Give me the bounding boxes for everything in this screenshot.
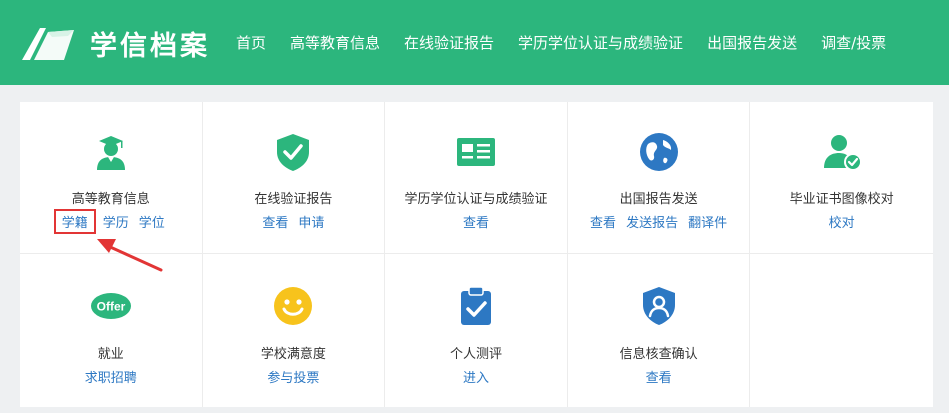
globe-icon: [639, 133, 678, 171]
card-title: 就业: [97, 347, 124, 362]
card-online-verification-report: 在线验证报告 查看 申请: [202, 102, 386, 254]
link-education-record[interactable]: 学历: [103, 216, 129, 231]
link-translation[interactable]: 翻译件: [688, 216, 727, 231]
card-info-verification: 信息核查确认 查看: [568, 254, 751, 407]
id-card-icon: [456, 138, 495, 166]
logo[interactable]: 学信档案: [18, 22, 210, 64]
link-view[interactable]: 查看: [463, 216, 489, 231]
card-employment: Offer 就业 求职招聘: [20, 254, 203, 407]
card-title: 高等教育信息: [71, 192, 150, 207]
card-title: 个人测评: [449, 347, 502, 362]
link-proofread[interactable]: 校对: [829, 216, 855, 231]
shield-check-icon: [277, 134, 310, 171]
logo-text: 学信档案: [90, 30, 210, 62]
nav-survey-vote[interactable]: 调查/投票: [821, 32, 886, 53]
card-school-satisfaction: 学校满意度 参与投票: [203, 254, 386, 407]
card-links: 查看: [385, 212, 567, 231]
link-view[interactable]: 查看: [590, 216, 616, 231]
card-links: 参与投票: [203, 367, 385, 386]
card-links: 进入: [385, 367, 567, 386]
card-degree-certification: 学历学位认证与成绩验证 查看: [385, 102, 568, 254]
card-title: 学校满意度: [260, 347, 326, 362]
card-abroad-report: 出国报告发送 查看 发送报告 翻译件: [567, 102, 751, 254]
link-view[interactable]: 查看: [262, 216, 288, 231]
user-check-icon: [823, 135, 862, 171]
card-links: 校对: [750, 212, 933, 231]
card-title: 信息核查确认: [619, 347, 698, 362]
card-links: 求职招聘: [20, 367, 202, 386]
nav-abroad-report[interactable]: 出国报告发送: [707, 32, 797, 53]
card-links: 查看: [568, 367, 750, 386]
services-panel: 高等教育信息 学籍 学历 学位 在线验证报告 查看 申请 学历学位认证与成绩验证…: [20, 102, 933, 407]
user-shield-icon: [642, 287, 675, 325]
card-links: 查看 发送报告 翻译件: [568, 212, 750, 231]
link-apply[interactable]: 申请: [298, 216, 324, 231]
link-join-vote[interactable]: 参与投票: [267, 371, 319, 386]
link-view[interactable]: 查看: [646, 371, 672, 386]
main-nav: 首页 高等教育信息 在线验证报告 学历学位认证与成绩验证 出国报告发送 调查/投…: [236, 32, 910, 53]
link-student-status[interactable]: 学籍: [53, 209, 96, 234]
link-job-recruitment[interactable]: 求职招聘: [85, 371, 137, 386]
card-diploma-image-check: 毕业证书图像校对 校对: [750, 102, 933, 254]
nav-online-verification-report[interactable]: 在线验证报告: [404, 32, 494, 53]
clipboard-check-icon: [460, 286, 491, 325]
empty-card-slot: [750, 254, 933, 407]
nav-home[interactable]: 首页: [236, 32, 266, 53]
header-bar: 学信档案 首页 高等教育信息 在线验证报告 学历学位认证与成绩验证 出国报告发送…: [0, 0, 949, 85]
link-degree[interactable]: 学位: [139, 216, 165, 231]
card-links: 查看 申请: [203, 212, 385, 231]
offer-icon: Offer: [90, 293, 131, 319]
link-send-report[interactable]: 发送报告: [626, 216, 678, 231]
card-title: 出国报告发送: [619, 192, 698, 207]
card-title: 在线验证报告: [254, 192, 333, 207]
card-links: 学籍 学历 学位: [20, 209, 202, 234]
logo-icon: [22, 28, 74, 60]
nav-higher-education-info[interactable]: 高等教育信息: [290, 32, 380, 53]
offer-icon-text: Offer: [96, 300, 125, 314]
nav-degree-certification[interactable]: 学历学位认证与成绩验证: [518, 32, 683, 53]
link-enter[interactable]: 进入: [463, 371, 489, 386]
smiley-icon: [274, 287, 313, 325]
card-title: 毕业证书图像校对: [789, 192, 894, 207]
graduate-icon: [96, 136, 125, 170]
card-personal-assessment: 个人测评 进入: [385, 254, 568, 407]
card-higher-education-info: 高等教育信息 学籍 学历 学位: [20, 102, 203, 254]
services-grid: 高等教育信息 学籍 学历 学位 在线验证报告 查看 申请 学历学位认证与成绩验证…: [20, 102, 933, 407]
card-title: 学历学位认证与成绩验证: [404, 192, 548, 207]
